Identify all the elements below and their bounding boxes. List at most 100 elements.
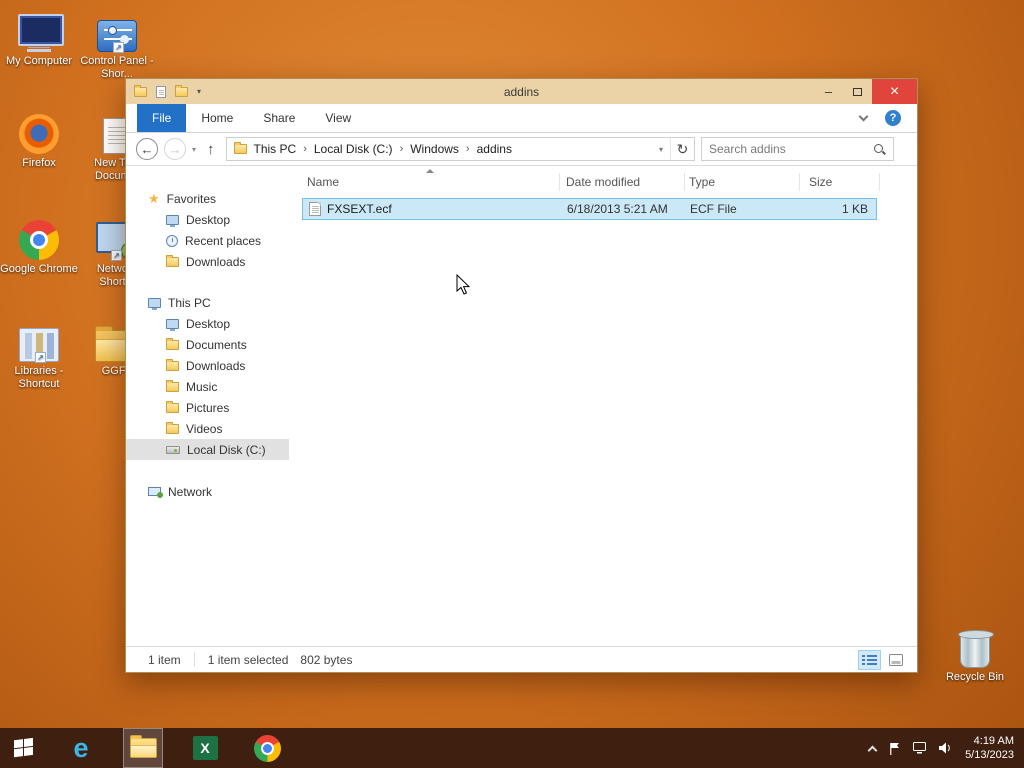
taskbar-file-explorer[interactable] (123, 728, 163, 768)
action-center-flag-icon[interactable] (889, 742, 900, 755)
minimize-button[interactable]: – (814, 79, 843, 104)
sidebar-item-label: Local Disk (C:) (187, 442, 266, 457)
file-name: FXSEXT.ecf (327, 202, 392, 216)
desktop-icon-label: My Computer (5, 55, 73, 67)
back-button[interactable]: ← (136, 138, 158, 160)
downloads-folder-icon (166, 254, 179, 267)
maximize-button[interactable] (843, 79, 872, 104)
sidebar-item-label: Downloads (186, 254, 246, 269)
sidebar-item-pictures[interactable]: Pictures (126, 397, 289, 418)
desktop-icon-my-computer[interactable]: My Computer (0, 8, 78, 68)
desktop-icon-firefox[interactable]: Firefox (0, 110, 78, 170)
sidebar-group-this-pc[interactable]: This PC (126, 292, 289, 313)
taskbar: e X 4:19 AM 5/13/2023 (0, 728, 1024, 768)
breadcrumb-separator-icon[interactable]: › (466, 143, 470, 155)
taskbar-chrome[interactable] (247, 728, 287, 768)
sidebar-item-recent-places[interactable]: Recent places (126, 230, 289, 251)
tab-file[interactable]: File (137, 104, 187, 132)
ribbon-tabs: File Home Share View ? (126, 104, 917, 133)
title-bar[interactable]: ▾ addins – × (126, 79, 917, 104)
qat-properties-icon[interactable] (156, 85, 166, 98)
taskbar-clock[interactable]: 4:19 AM 5/13/2023 (965, 734, 1014, 762)
details-view-icon (862, 654, 877, 665)
my-computer-icon (17, 14, 64, 52)
file-row-selected[interactable]: FXSEXT.ecf 6/18/2013 5:21 AM ECF File 1 … (302, 198, 877, 220)
videos-folder-icon (166, 421, 179, 434)
documents-folder-icon (166, 337, 179, 350)
desktop-icon-label: Libraries - Shortcut (14, 365, 64, 390)
desktop-icon-control-panel[interactable]: ↗ Control Panel - Shor... (78, 8, 156, 81)
breadcrumb-separator-icon[interactable]: › (303, 143, 307, 155)
search-input[interactable] (709, 142, 873, 156)
forward-button[interactable]: → (164, 138, 186, 160)
show-hidden-icons-chevron-icon[interactable] (867, 745, 878, 755)
window-body: ★ Favorites Desktop Recent places Downlo… (126, 166, 917, 646)
tab-view[interactable]: View (310, 104, 366, 132)
sidebar-item-videos[interactable]: Videos (126, 418, 289, 439)
breadcrumb-addins[interactable]: addins (477, 142, 512, 156)
sort-ascending-icon (426, 169, 434, 173)
volume-icon[interactable] (939, 742, 952, 754)
close-button[interactable]: × (872, 79, 917, 104)
breadcrumb-separator-icon[interactable]: › (400, 143, 404, 155)
address-bar[interactable]: This PC › Local Disk (C:) › Windows › ad… (225, 137, 695, 161)
history-chevron-icon[interactable]: ▾ (192, 145, 196, 154)
network-status-icon[interactable] (913, 742, 927, 754)
search-icon[interactable] (873, 143, 886, 156)
sidebar-item-desktop-pc[interactable]: Desktop (126, 313, 289, 334)
taskbar-internet-explorer[interactable]: e (61, 728, 101, 768)
breadcrumb-windows[interactable]: Windows (410, 142, 459, 156)
refresh-button[interactable]: ↻ (670, 138, 694, 160)
file-name-cell: FXSEXT.ecf (303, 202, 567, 216)
downloads-folder-icon (166, 358, 179, 371)
sidebar-item-downloads-fav[interactable]: Downloads (126, 251, 289, 272)
file-type-cell: ECF File (690, 202, 737, 216)
item-count: 1 item (148, 652, 181, 667)
address-bar-controls: ▾ ↻ (652, 138, 694, 160)
desktop-icon-google-chrome[interactable]: Google Chrome (0, 216, 78, 276)
shortcut-arrow-icon: ↗ (35, 352, 46, 363)
start-button[interactable] (0, 728, 48, 768)
column-header-type[interactable]: Type (689, 170, 715, 194)
desktop-icon-recycle-bin[interactable]: Recycle Bin (936, 624, 1014, 684)
navigation-pane: ★ Favorites Desktop Recent places Downlo… (126, 166, 289, 646)
address-dropdown-icon[interactable]: ▾ (652, 145, 670, 154)
large-icons-view-button[interactable] (884, 650, 907, 670)
column-header-size[interactable]: Size (809, 170, 832, 194)
sidebar-group-favorites[interactable]: ★ Favorites (126, 188, 289, 209)
sidebar-item-downloads[interactable]: Downloads (126, 355, 289, 376)
windows-logo-icon (14, 737, 34, 758)
window-controls: – × (814, 79, 917, 104)
tab-share[interactable]: Share (248, 104, 310, 132)
sidebar-item-desktop[interactable]: Desktop (126, 209, 289, 230)
column-header-name[interactable]: Name (307, 170, 339, 194)
sidebar-item-documents[interactable]: Documents (126, 334, 289, 355)
up-button[interactable]: ↑ (207, 141, 215, 158)
details-view-button[interactable] (858, 649, 881, 670)
music-folder-icon (166, 379, 179, 392)
quick-access-toolbar: ▾ (134, 84, 201, 98)
sidebar-item-local-disk-c[interactable]: Local Disk (C:) (126, 439, 289, 460)
column-header-date-modified[interactable]: Date modified (566, 170, 640, 194)
chrome-icon (253, 734, 281, 762)
pictures-folder-icon (166, 400, 179, 413)
desktop-icon-label: Firefox (22, 157, 56, 169)
sidebar-item-label: Music (186, 379, 218, 394)
tab-home[interactable]: Home (186, 104, 248, 132)
qat-new-folder-icon[interactable] (175, 84, 188, 97)
help-button[interactable]: ? (885, 110, 901, 126)
drive-icon (166, 445, 180, 454)
ribbon-collapse-icon[interactable] (858, 111, 869, 121)
breadcrumb-local-disk[interactable]: Local Disk (C:) (314, 142, 393, 156)
sidebar-group-label: This PC (168, 295, 211, 310)
breadcrumb-this-pc[interactable]: This PC (254, 142, 297, 156)
maximize-icon (853, 87, 862, 96)
chrome-icon (19, 220, 59, 260)
desktop-icon-libraries-shortcut[interactable]: ↗ Libraries - Shortcut (0, 318, 78, 391)
sidebar-item-music[interactable]: Music (126, 376, 289, 397)
taskbar-excel[interactable]: X (185, 728, 225, 768)
clock-date: 5/13/2023 (965, 749, 1014, 761)
favorites-star-icon: ★ (148, 191, 160, 206)
qat-customize-chevron-icon[interactable]: ▾ (197, 87, 201, 96)
sidebar-group-network[interactable]: Network (126, 481, 289, 502)
